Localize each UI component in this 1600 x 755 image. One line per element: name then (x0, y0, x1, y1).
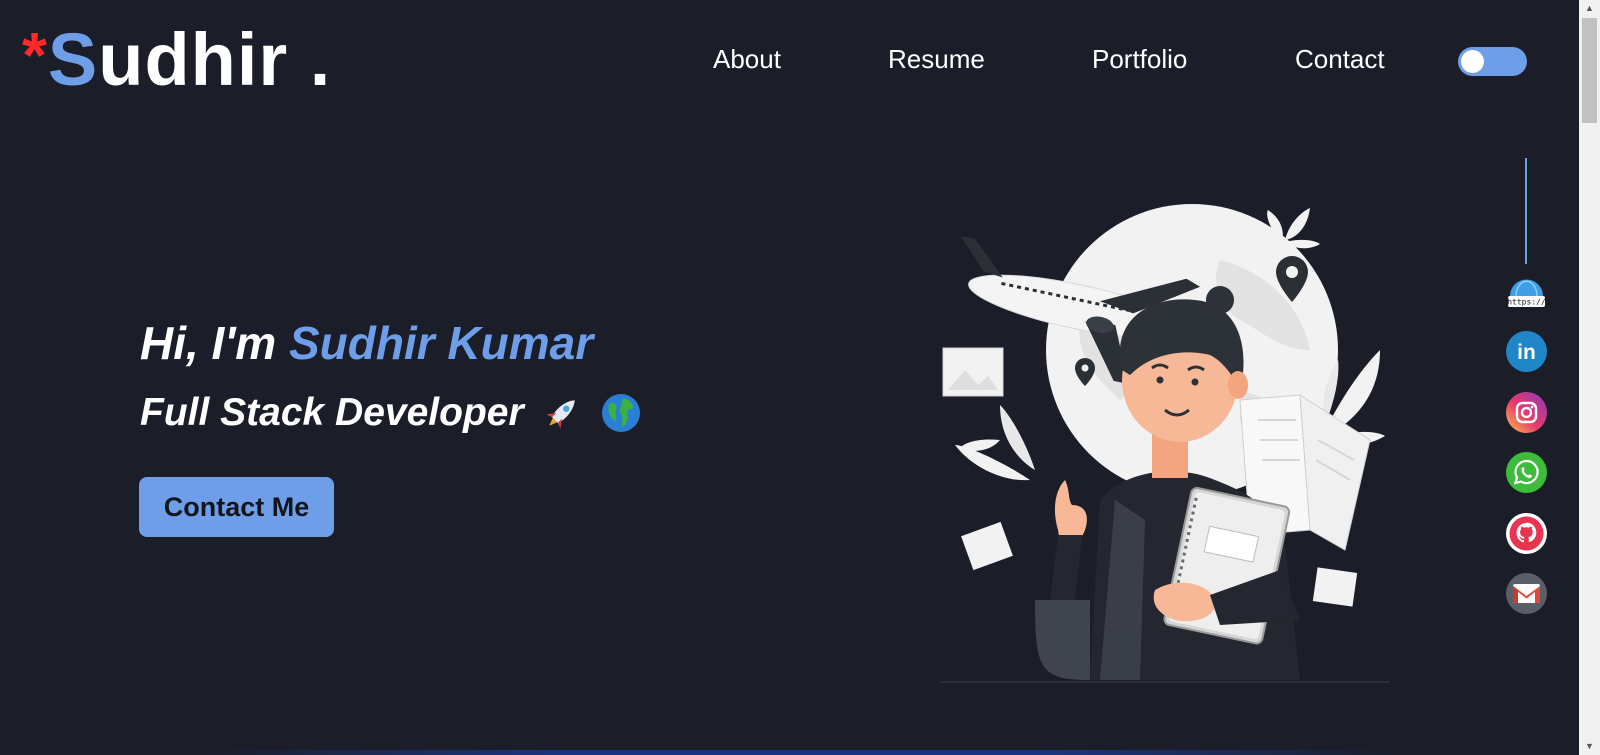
gmail-icon (1506, 573, 1547, 614)
hero-name: Sudhir Kumar (288, 317, 594, 369)
hero-role: Full Stack Developer (140, 391, 642, 435)
section-divider-glow (200, 750, 1400, 755)
github-link[interactable] (1506, 513, 1547, 554)
contact-me-button[interactable]: Contact Me (139, 477, 334, 537)
instagram-icon (1506, 392, 1547, 433)
logo-asterisk: * (22, 19, 48, 91)
scroll-thumb[interactable] (1582, 18, 1597, 123)
instagram-link[interactable] (1506, 392, 1547, 433)
scroll-down-arrow-icon[interactable]: ▼ (1579, 738, 1600, 754)
linkedin-link[interactable]: in (1506, 331, 1547, 372)
whatsapp-icon (1506, 452, 1547, 493)
role-text: Full Stack Developer (140, 391, 524, 434)
nav-contact[interactable]: Contact (1295, 44, 1385, 75)
globe-icon (600, 392, 642, 434)
toggle-knob (1461, 50, 1484, 73)
nav-about[interactable]: About (713, 44, 781, 75)
svg-text:in: in (1517, 341, 1536, 364)
whatsapp-link[interactable] (1506, 452, 1547, 493)
social-rail-line (1525, 158, 1527, 264)
gmail-link[interactable] (1506, 573, 1547, 614)
website-link[interactable]: https:// (1506, 272, 1547, 313)
scroll-up-arrow-icon[interactable]: ▲ (1579, 0, 1600, 16)
rocket-icon (538, 393, 586, 433)
site-logo[interactable]: *Sudhir . (22, 19, 331, 101)
logo-initial: S (47, 18, 99, 101)
svg-text:https://: https:// (1507, 298, 1546, 307)
hero-greeting: Hi, I'm Sudhir Kumar (140, 316, 593, 370)
logo-text: udhir . (98, 18, 332, 101)
theme-toggle[interactable] (1458, 47, 1527, 76)
github-icon (1506, 513, 1547, 554)
website-icon: https:// (1507, 279, 1546, 307)
linkedin-icon: in (1506, 331, 1547, 372)
nav-portfolio[interactable]: Portfolio (1092, 44, 1187, 75)
greeting-prefix: Hi, I'm (140, 317, 289, 369)
developer-illustration (940, 204, 1390, 683)
nav-resume[interactable]: Resume (888, 44, 985, 75)
page-scrollbar[interactable]: ▲ ▼ (1579, 0, 1600, 755)
